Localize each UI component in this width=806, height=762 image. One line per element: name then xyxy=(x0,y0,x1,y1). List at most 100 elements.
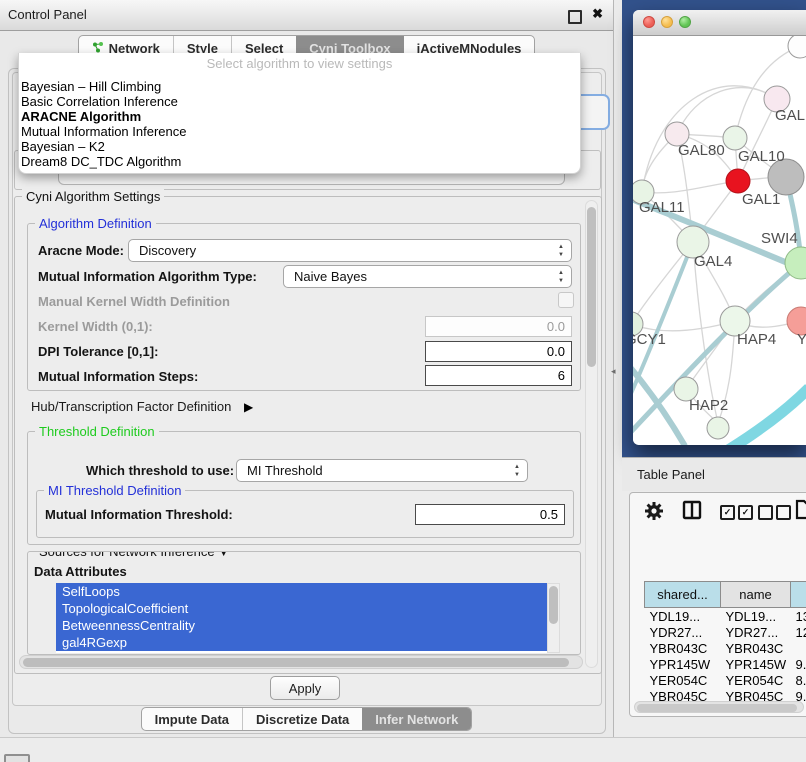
manual-kernel-label: Manual Kernel Width Definition xyxy=(38,294,230,309)
apply-button[interactable]: Apply xyxy=(270,676,340,700)
table-panel-title: Table Panel xyxy=(637,458,705,491)
list-item[interactable]: SelfLoops xyxy=(56,583,560,600)
which-threshold-combobox[interactable]: MI Threshold ▲▼ xyxy=(236,459,528,482)
node-table[interactable]: shared... name YDL19...YDL19...13 YDR27.… xyxy=(637,537,806,701)
table-row[interactable]: YBR045CYBR045C9. xyxy=(645,688,806,701)
select-all-checkboxes-icon[interactable]: ✓✓ xyxy=(720,505,753,523)
gear-icon[interactable] xyxy=(644,501,664,526)
control-panel: Control Panel ✖ Networ xyxy=(0,0,614,737)
settings-horizontal-scrollbar-thumb[interactable] xyxy=(23,658,569,667)
node-label: HAP4 xyxy=(737,331,776,348)
data-attributes-label: Data Attributes xyxy=(34,564,127,579)
tab-discretize-data[interactable]: Discretize Data xyxy=(242,708,362,730)
algorithm-definition-group: Algorithm Definition Aracne Mode: Discov… xyxy=(27,223,581,391)
tab-impute-data[interactable]: Impute Data xyxy=(142,708,242,730)
table-horizontal-scrollbar[interactable] xyxy=(634,701,804,713)
settings-vertical-scrollbar[interactable] xyxy=(585,200,598,668)
table-row[interactable]: YBR043CYBR043C xyxy=(645,640,806,656)
node-label: GCY1 xyxy=(633,331,666,348)
node-label: HAP2 xyxy=(689,397,728,414)
manual-kernel-checkbox[interactable] xyxy=(558,292,574,308)
dropdown-item[interactable]: Mutual Information Inference xyxy=(19,124,580,139)
minimize-traffic-light-icon[interactable] xyxy=(661,16,673,28)
attributes-list-scrollbar-thumb[interactable] xyxy=(549,586,558,624)
dpi-tolerance-field[interactable]: 0.0 xyxy=(425,341,572,362)
collapse-down-icon[interactable]: ▼ xyxy=(218,551,229,559)
table-panel-header: Table Panel xyxy=(622,457,806,491)
data-attributes-list[interactable]: SelfLoops TopologicalCoefficient Between… xyxy=(56,583,560,653)
list-item[interactable]: gal4RGexp xyxy=(56,634,560,651)
mi-threshold-definition-title: MI Threshold Definition xyxy=(44,483,185,498)
document-icon[interactable] xyxy=(795,499,806,525)
mi-type-combobox[interactable]: Naive Bayes ▲▼ xyxy=(283,265,572,288)
stepper-arrows-icon: ▲▼ xyxy=(514,463,520,479)
settings-group-title: Cyni Algorithm Settings xyxy=(22,189,164,204)
node-label: GAL1 xyxy=(742,191,780,208)
mi-threshold-definition-group: MI Threshold Definition Mutual Informati… xyxy=(36,490,574,538)
mi-threshold-label: Mutual Information Threshold: xyxy=(45,507,233,522)
node-label: GAL80 xyxy=(678,142,725,159)
deselect-all-checkboxes-icon[interactable] xyxy=(758,505,791,523)
list-item[interactable]: TopologicalCoefficient xyxy=(56,600,560,617)
table-row[interactable]: YPR145WYPR145W9. xyxy=(645,656,806,672)
aracne-mode-value: Discovery xyxy=(139,243,196,258)
sources-title-text: Sources for Network Inference xyxy=(39,551,215,559)
mi-threshold-field[interactable]: 0.5 xyxy=(415,504,565,525)
network-desktop: GAL GAL80 GAL10 GAL1 GAL11 SWI4 GAL4 GCY… xyxy=(622,0,806,457)
dropdown-item[interactable]: Bayesian – K2 xyxy=(19,139,580,154)
bottom-divider xyxy=(0,737,806,738)
kernel-width-field[interactable]: 0.0 xyxy=(425,316,572,337)
dropdown-item-selected[interactable]: ARACNE Algorithm xyxy=(19,109,580,124)
sources-group-title: Sources for Network Inference ▼ xyxy=(35,551,233,559)
attributes-list-scrollbar[interactable] xyxy=(547,583,560,653)
float-window-icon[interactable] xyxy=(568,10,582,24)
cyni-bottom-tabs: Impute Data Discretize Data Infer Networ… xyxy=(0,707,613,731)
list-item[interactable]: BetweennessCentrality xyxy=(56,617,560,634)
cyni-algorithm-settings-group: Cyni Algorithm Settings Algorithm Defini… xyxy=(14,196,602,674)
hub-definition-label: Hub/Transcription Factor Definition xyxy=(31,399,231,414)
sources-group: Sources for Network Inference ▼ Data Att… xyxy=(27,551,581,655)
node-unlabeled[interactable] xyxy=(707,417,729,439)
minimized-panel-button[interactable] xyxy=(4,754,30,762)
table-row[interactable]: YDR27...YDR27...12 xyxy=(645,624,806,640)
aracne-mode-combobox[interactable]: Discovery ▲▼ xyxy=(128,239,572,262)
algorithm-dropdown-popup: Select algorithm to view settings Bayesi… xyxy=(18,53,581,174)
settings-vertical-scrollbar-thumb[interactable] xyxy=(587,207,596,367)
close-icon[interactable]: ✖ xyxy=(592,6,603,22)
dropdown-item[interactable]: Bayesian – Hill Climbing xyxy=(19,79,580,94)
node-label: GAL4 xyxy=(694,253,732,270)
which-threshold-value: MI Threshold xyxy=(247,463,323,478)
table-horizontal-scrollbar-thumb[interactable] xyxy=(637,704,797,712)
network-view-window[interactable]: GAL GAL80 GAL10 GAL1 GAL11 SWI4 GAL4 GCY… xyxy=(633,10,806,445)
network-canvas[interactable]: GAL GAL80 GAL10 GAL1 GAL11 SWI4 GAL4 GCY… xyxy=(633,36,806,445)
settings-horizontal-scrollbar[interactable] xyxy=(19,655,583,669)
node-gal1-red[interactable] xyxy=(726,169,750,193)
table-row[interactable]: YDL19...YDL19...13 xyxy=(645,608,806,625)
mi-steps-field[interactable]: 6 xyxy=(425,365,572,386)
expand-right-icon[interactable]: ▶ xyxy=(244,400,253,414)
close-traffic-light-icon[interactable] xyxy=(643,16,655,28)
table-row[interactable]: YER054CYER054C8. xyxy=(645,672,806,688)
zoom-traffic-light-icon[interactable] xyxy=(679,16,691,28)
column-header-name[interactable]: name xyxy=(721,582,791,608)
column-header-shared-name[interactable]: shared... xyxy=(645,582,721,608)
split-columns-icon[interactable] xyxy=(682,500,702,525)
node-label: GAL10 xyxy=(738,148,785,165)
algorithm-definition-title: Algorithm Definition xyxy=(35,216,156,231)
column-header-cut[interactable] xyxy=(791,582,806,608)
stepper-arrows-icon: ▲▼ xyxy=(558,269,564,285)
node-label: SWI4 xyxy=(761,230,798,247)
node-gal10[interactable] xyxy=(723,126,747,150)
tab-infer-network[interactable]: Infer Network xyxy=(362,708,471,730)
dropdown-item[interactable]: Basic Correlation Inference xyxy=(19,94,580,109)
node-unlabeled[interactable] xyxy=(788,36,806,58)
network-window-titlebar[interactable] xyxy=(633,10,806,36)
panel-collapse-icon[interactable]: ◂ xyxy=(611,366,616,377)
mi-type-value: Naive Bayes xyxy=(294,269,367,284)
hub-definition-toggle[interactable]: Hub/Transcription Factor Definition ▶ xyxy=(31,399,253,414)
threshold-definition-title: Threshold Definition xyxy=(35,424,159,439)
dropdown-item[interactable]: Dream8 DC_TDC Algorithm xyxy=(19,154,580,169)
control-panel-title: Control Panel xyxy=(8,0,87,30)
threshold-definition-group: Threshold Definition Which threshold to … xyxy=(27,431,581,545)
screen: Control Panel ✖ Networ xyxy=(0,0,806,762)
